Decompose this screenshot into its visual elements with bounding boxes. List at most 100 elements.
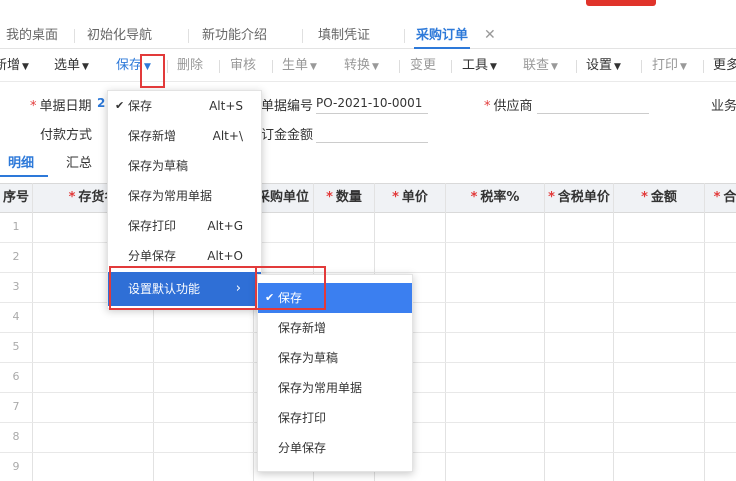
- tab-new-features[interactable]: 新功能介绍: [202, 22, 267, 49]
- menu-item-save-new[interactable]: 保存新增 Alt+\: [108, 121, 261, 151]
- toolbar: 新增 ▼ 选单 ▼ 保存 ▼ 删除 审核 生单 ▼ 转换 ▼ 变更 工具 ▼ 联查 ▼ 设置 ▼…: [0, 50, 736, 82]
- linked-query-button[interactable]: 联查 ▼: [523, 50, 558, 82]
- select-button[interactable]: 选单 ▼: [54, 50, 89, 82]
- row-number: 5: [12, 340, 20, 353]
- tab-summary[interactable]: 汇总: [66, 152, 92, 171]
- more-button[interactable]: 更多: [713, 50, 736, 82]
- submenu-item-label: 保存打印: [278, 411, 327, 425]
- submenu-item-save-draft[interactable]: 保存为草稿: [258, 343, 412, 373]
- toolbar-divider: [219, 60, 220, 73]
- annotation-box-save-caret: [140, 54, 165, 88]
- settings-button[interactable]: 设置 ▼: [586, 50, 621, 82]
- menu-item-label: 保存新增: [128, 129, 177, 143]
- chevron-down-icon: ▼: [614, 62, 621, 72]
- convert-button[interactable]: 转换 ▼: [344, 50, 379, 82]
- generate-button[interactable]: 生单 ▼: [282, 50, 317, 82]
- select-label: 选单: [54, 58, 81, 73]
- print-label: 打印: [652, 58, 679, 73]
- submenu-item-save-new[interactable]: 保存新增: [258, 313, 412, 343]
- change-button[interactable]: 变更: [410, 50, 436, 82]
- top-strip: [0, 0, 736, 20]
- menu-item-save-print[interactable]: 保存打印 Alt+G: [108, 211, 261, 241]
- column-header[interactable]: * 含税单价: [545, 184, 613, 212]
- chevron-down-icon: ▼: [490, 62, 497, 72]
- chevron-down-icon: ▼: [310, 62, 317, 72]
- toolbar-divider: [703, 60, 704, 73]
- toolbar-divider: [167, 60, 168, 73]
- chevron-down-icon: ▼: [82, 62, 89, 72]
- submenu-item-label: 分单保存: [278, 441, 327, 455]
- submenu-item-split-save[interactable]: 分单保存: [258, 433, 412, 463]
- column-header[interactable]: 序号: [0, 184, 32, 212]
- column-header[interactable]: * 单价: [375, 184, 445, 212]
- row-number: 1: [12, 220, 20, 233]
- chevron-down-icon: ▼: [22, 62, 29, 72]
- submenu-item-label: 保存为草稿: [278, 351, 339, 365]
- tab-detail[interactable]: 明细: [8, 152, 34, 171]
- order-number-field[interactable]: PO-2021-10-0001: [316, 96, 422, 110]
- submenu-item-save-template[interactable]: 保存为常用单据: [258, 373, 412, 403]
- menu-item-label: 保存为草稿: [128, 159, 189, 173]
- toolbar-divider: [399, 60, 400, 73]
- row-number: 2: [12, 250, 20, 263]
- tab-divider: [74, 29, 75, 43]
- top-red-button[interactable]: [586, 0, 656, 6]
- active-tab-indicator: [0, 175, 48, 177]
- supplier-field[interactable]: [537, 113, 649, 114]
- new-button[interactable]: 新增 ▼: [0, 50, 29, 82]
- audit-button[interactable]: 审核: [230, 50, 256, 82]
- new-label: 新增: [0, 58, 21, 73]
- tab-voucher[interactable]: 填制凭证: [318, 22, 370, 49]
- date-field[interactable]: 2: [97, 96, 105, 110]
- column-header[interactable]: * 税率%: [446, 184, 544, 212]
- submenu-item-save-print[interactable]: 保存打印: [258, 403, 412, 433]
- toolbar-divider: [641, 60, 642, 73]
- deposit-label: 订金金额: [261, 128, 314, 143]
- save-label: 保存: [116, 58, 143, 73]
- check-icon: ✔: [115, 99, 125, 112]
- supplier-label: * 供应商: [484, 99, 533, 114]
- shortcut-label: Alt+G: [207, 219, 243, 233]
- tools-label: 工具: [462, 58, 489, 73]
- chevron-down-icon: ▼: [680, 62, 687, 72]
- deposit-field[interactable]: [316, 142, 428, 143]
- toolbar-divider: [272, 60, 273, 73]
- tab-bar: 我的桌面 初始化导航 新功能介绍 填制凭证 采购订单 ✕: [0, 22, 736, 49]
- row-number: 9: [12, 460, 20, 473]
- column-header[interactable]: 采购单位: [253, 184, 313, 212]
- menu-item-label: 保存打印: [128, 219, 177, 233]
- menu-item-save[interactable]: ✔ 保存 Alt+S: [108, 91, 261, 121]
- menu-item-label: 保存: [128, 99, 153, 113]
- payment-label: 付款方式: [40, 128, 93, 143]
- close-icon[interactable]: ✕: [484, 22, 496, 49]
- shortcut-label: Alt+\: [212, 129, 243, 143]
- column-header[interactable]: * 数量: [314, 184, 374, 212]
- shortcut-label: Alt+S: [209, 99, 243, 113]
- tab-divider: [188, 29, 189, 43]
- linked-label: 联查: [523, 58, 550, 73]
- tab-init-nav[interactable]: 初始化导航: [87, 22, 152, 49]
- print-button[interactable]: 打印 ▼: [652, 50, 687, 82]
- tab-divider: [302, 29, 303, 43]
- row-number: 4: [12, 310, 20, 323]
- tab-purchase-order[interactable]: 采购订单: [414, 22, 471, 49]
- annotation-box-set-default: [109, 266, 257, 310]
- tab-my-desktop[interactable]: 我的桌面: [6, 22, 58, 49]
- tab-divider: [404, 29, 405, 43]
- submenu-item-label: 保存为常用单据: [278, 381, 363, 395]
- menu-item-save-template[interactable]: 保存为常用单据: [108, 181, 261, 211]
- row-number: 7: [12, 400, 20, 413]
- date-label: * 单据日期: [30, 99, 92, 114]
- delete-button[interactable]: 删除: [177, 50, 203, 82]
- chevron-down-icon: ▼: [551, 62, 558, 72]
- column-header[interactable]: * 合: [705, 184, 736, 212]
- generate-label: 生单: [282, 58, 309, 73]
- settings-label: 设置: [586, 58, 613, 73]
- row-number: 6: [12, 370, 20, 383]
- annotation-box-submenu-save: [255, 266, 326, 310]
- tools-button[interactable]: 工具 ▼: [462, 50, 497, 82]
- column-header[interactable]: * 金额: [614, 184, 704, 212]
- row-number: 8: [12, 430, 20, 443]
- row-number: 3: [12, 280, 20, 293]
- menu-item-save-draft[interactable]: 保存为草稿: [108, 151, 261, 181]
